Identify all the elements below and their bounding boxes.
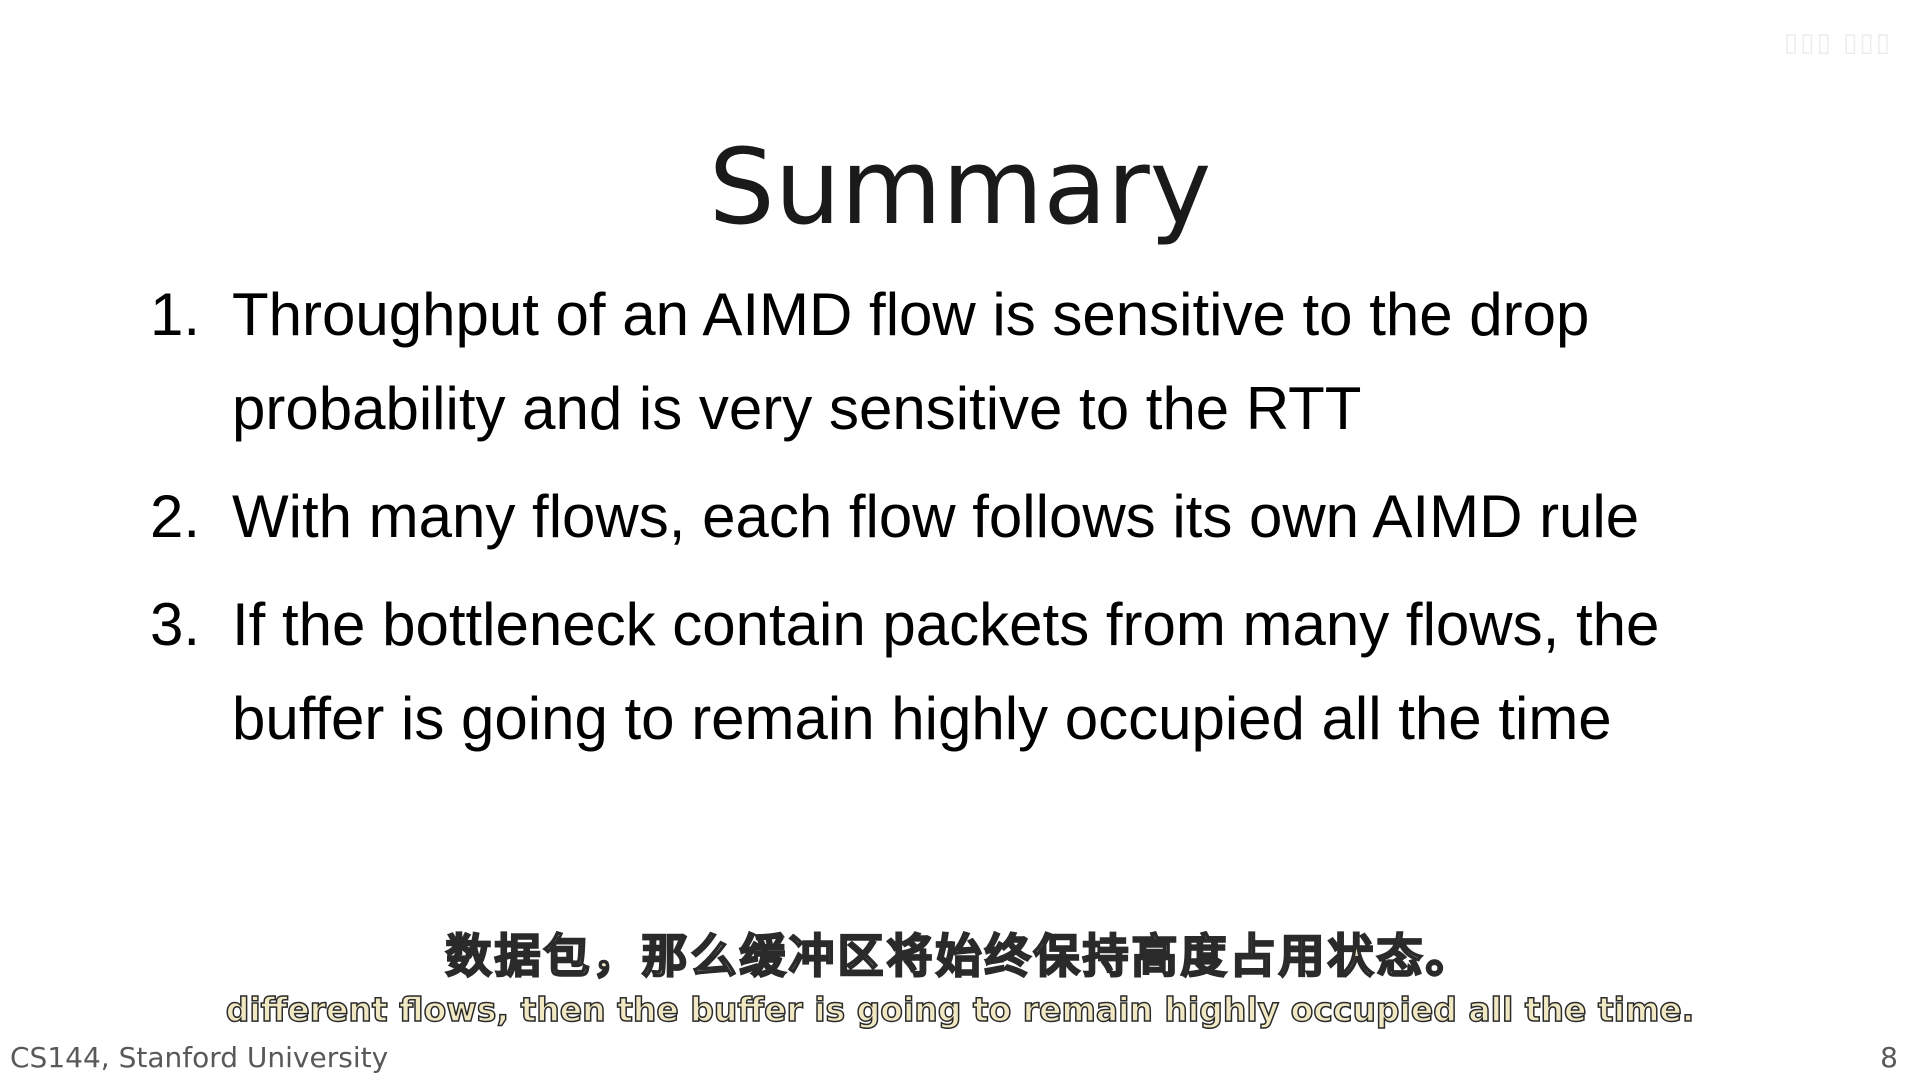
subtitle-english: different flows, then the buffer is goin…: [225, 989, 1695, 1030]
slide: ▯▯▯ ▯▯▯ Summary 1. Throughput of an AIMD…: [0, 0, 1920, 1080]
summary-list: 1. Throughput of an AIMD flow is sensiti…: [150, 268, 1790, 780]
point-number: 2.: [150, 483, 201, 550]
page-number: 8: [1880, 1041, 1898, 1074]
point-text: With many flows, each flow follows its o…: [232, 483, 1640, 550]
summary-point-3: 3. If the bottleneck contain packets fro…: [150, 578, 1790, 766]
point-number: 1.: [150, 281, 201, 348]
point-number: 3.: [150, 591, 201, 658]
summary-point-1: 1. Throughput of an AIMD flow is sensiti…: [150, 268, 1790, 456]
footer-course: CS144, Stanford University: [10, 1041, 389, 1074]
summary-point-2: 2. With many flows, each flow follows it…: [150, 470, 1790, 564]
point-text: If the bottleneck contain packets from m…: [232, 591, 1660, 752]
point-text: Throughput of an AIMD flow is sensitive …: [232, 281, 1590, 442]
slide-title: Summary: [708, 126, 1212, 248]
subtitle-chinese: 数据包，那么缓冲区将始终保持高度占用状态。: [445, 928, 1475, 984]
watermark-logo: ▯▯▯ ▯▯▯: [1783, 28, 1892, 58]
